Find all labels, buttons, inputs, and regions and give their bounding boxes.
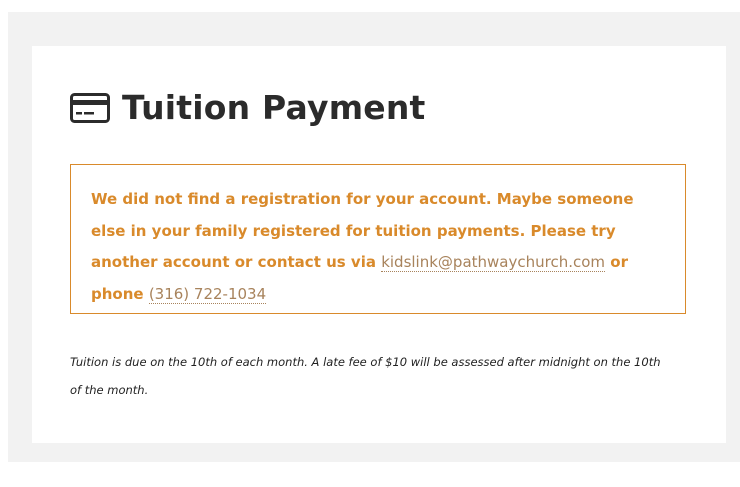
content-card: Tuition Payment We did not find a regist… xyxy=(32,46,726,443)
registration-alert: We did not find a registration for your … xyxy=(70,164,686,314)
alert-message: We did not find a registration for your … xyxy=(91,184,665,310)
email-link[interactable]: kidslink@pathwaychurch.com xyxy=(381,253,606,272)
phone-link[interactable]: (316) 722-1034 xyxy=(148,284,267,304)
page-title: Tuition Payment xyxy=(122,88,426,127)
tuition-note: Tuition is due on the 10th of each month… xyxy=(70,355,661,397)
page-background: Tuition Payment We did not find a regist… xyxy=(8,12,740,462)
page-header: Tuition Payment xyxy=(70,88,426,128)
credit-card-icon xyxy=(70,93,110,123)
